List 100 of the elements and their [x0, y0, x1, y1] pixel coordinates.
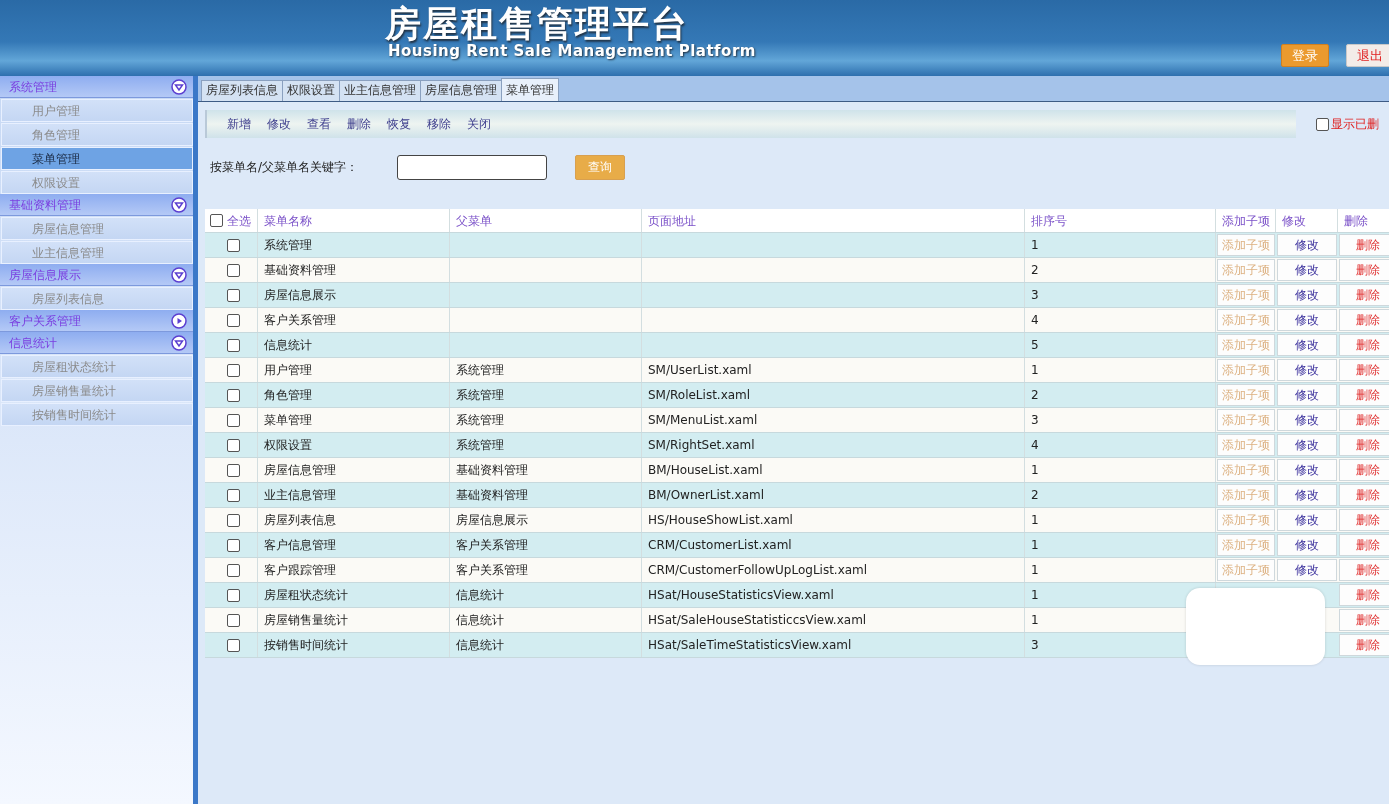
delete-button[interactable]: 删除 [1339, 634, 1389, 656]
edit-button[interactable]: 修改 [1277, 534, 1337, 556]
delete-button[interactable]: 删除 [1339, 609, 1389, 631]
collapse-icon[interactable] [171, 334, 187, 351]
sidebar-item[interactable]: 用户管理 [1, 99, 193, 122]
checkbox[interactable] [227, 363, 240, 377]
toolbar-link[interactable]: 移除 [427, 115, 451, 133]
checkbox[interactable] [227, 538, 240, 552]
delete-button[interactable]: 删除 [1339, 509, 1389, 531]
checkbox[interactable] [227, 563, 240, 577]
edit-button[interactable]: 修改 [1277, 384, 1337, 406]
delete-button[interactable]: 删除 [1339, 284, 1389, 306]
edit-button[interactable]: 修改 [1277, 259, 1337, 281]
collapse-icon[interactable] [171, 78, 187, 95]
sidebar-group-header[interactable]: 基础资料管理 [0, 194, 193, 216]
toolbar-link[interactable]: 修改 [267, 115, 291, 133]
toolbar-link[interactable]: 查看 [307, 115, 331, 133]
search-field[interactable] [397, 154, 547, 180]
tab[interactable]: 权限设置 [282, 80, 340, 101]
delete-button[interactable]: 删除 [1339, 534, 1389, 556]
checkbox[interactable] [210, 214, 223, 227]
table-cell-text: 按销售时间统计 [264, 637, 348, 654]
checkbox[interactable] [227, 613, 240, 627]
table-cell-text: 客户关系管理 [456, 537, 528, 554]
toolbar-link[interactable]: 新增 [227, 115, 251, 133]
checkbox[interactable] [227, 338, 240, 352]
sidebar-item[interactable]: 房屋租状态统计 [1, 355, 193, 378]
sidebar-group-header[interactable]: 信息统计 [0, 332, 193, 354]
logout-button[interactable]: 退出 [1346, 44, 1389, 67]
delete-button[interactable]: 删除 [1339, 309, 1389, 331]
sidebar-item[interactable]: 房屋列表信息 [1, 287, 193, 310]
table-cell-text: 系统管理 [264, 237, 312, 254]
delete-button[interactable]: 删除 [1339, 559, 1389, 581]
table-cell-text: 客户关系管理 [264, 312, 336, 329]
checkbox[interactable] [227, 413, 240, 427]
table-cell-text: 基础资料管理 [456, 462, 528, 479]
delete-button[interactable]: 删除 [1339, 434, 1389, 456]
toolbar-link[interactable]: 删除 [347, 115, 371, 133]
delete-button[interactable]: 删除 [1339, 334, 1389, 356]
table-cell-text: 用户管理 [264, 362, 312, 379]
table-cell-text: BM/OwnerList.xaml [648, 487, 765, 504]
group-label: 信息统计 [9, 334, 57, 352]
tab[interactable]: 房屋列表信息 [201, 80, 283, 101]
edit-button[interactable]: 修改 [1277, 309, 1337, 331]
checkbox[interactable] [227, 588, 240, 602]
sidebar-item[interactable]: 按销售时间统计 [1, 403, 193, 426]
sidebar-item[interactable]: 业主信息管理 [1, 241, 193, 264]
column-header: 页面地址 [648, 212, 696, 230]
checkbox[interactable] [1316, 117, 1329, 131]
checkbox[interactable] [227, 288, 240, 302]
tab[interactable]: 业主信息管理 [339, 80, 421, 101]
checkbox[interactable] [227, 388, 240, 402]
edit-button[interactable]: 修改 [1277, 359, 1337, 381]
edit-button[interactable]: 修改 [1277, 284, 1337, 306]
edit-button[interactable]: 修改 [1277, 434, 1337, 456]
delete-button[interactable]: 删除 [1339, 259, 1389, 281]
edit-button[interactable]: 修改 [1277, 334, 1337, 356]
tab[interactable]: 菜单管理 [501, 78, 559, 101]
delete-button[interactable]: 删除 [1339, 234, 1389, 256]
checkbox[interactable] [227, 438, 240, 452]
sidebar-group-header[interactable]: 客户关系管理 [0, 310, 193, 332]
group-label: 客户关系管理 [9, 312, 81, 330]
edit-button[interactable]: 修改 [1277, 409, 1337, 431]
sidebar-item[interactable]: 菜单管理 [1, 147, 193, 170]
edit-button[interactable]: 修改 [1277, 459, 1337, 481]
checkbox[interactable] [227, 638, 240, 652]
sidebar-item[interactable]: 角色管理 [1, 123, 193, 146]
delete-button[interactable]: 删除 [1339, 359, 1389, 381]
sidebar-group-header[interactable]: 系统管理 [0, 76, 193, 98]
delete-button[interactable]: 删除 [1339, 384, 1389, 406]
checkbox[interactable] [227, 238, 240, 252]
checkbox[interactable] [227, 513, 240, 527]
edit-button[interactable]: 修改 [1277, 509, 1337, 531]
delete-button[interactable]: 删除 [1339, 409, 1389, 431]
sidebar-item[interactable]: 房屋信息管理 [1, 217, 193, 240]
delete-button[interactable]: 删除 [1339, 584, 1389, 606]
column-header: 删除 [1344, 212, 1368, 230]
sidebar-item[interactable]: 房屋销售量统计 [1, 379, 193, 402]
table-cell-text: 业主信息管理 [264, 487, 336, 504]
expand-icon[interactable] [171, 312, 187, 329]
edit-button[interactable]: 修改 [1277, 234, 1337, 256]
checkbox[interactable] [227, 488, 240, 502]
checkbox[interactable] [227, 263, 240, 277]
delete-button[interactable]: 删除 [1339, 459, 1389, 481]
collapse-icon[interactable] [171, 266, 187, 283]
table-cell-text: HSat/SaleHouseStatisticcsView.xaml [648, 612, 867, 629]
delete-button[interactable]: 删除 [1339, 484, 1389, 506]
toolbar-link[interactable]: 关闭 [467, 115, 491, 133]
table-cell-text: 客户关系管理 [456, 562, 528, 579]
toolbar-link[interactable]: 恢复 [387, 115, 411, 133]
checkbox[interactable] [227, 463, 240, 477]
sidebar-group-header[interactable]: 房屋信息展示 [0, 264, 193, 286]
column-header: 修改 [1282, 212, 1306, 230]
tab[interactable]: 房屋信息管理 [420, 80, 502, 101]
checkbox[interactable] [227, 313, 240, 327]
sidebar-item[interactable]: 权限设置 [1, 171, 193, 194]
collapse-icon[interactable] [171, 196, 187, 213]
edit-button[interactable]: 修改 [1277, 484, 1337, 506]
edit-button[interactable]: 修改 [1277, 559, 1337, 581]
table-cell-text: 房屋销售量统计 [264, 612, 348, 629]
